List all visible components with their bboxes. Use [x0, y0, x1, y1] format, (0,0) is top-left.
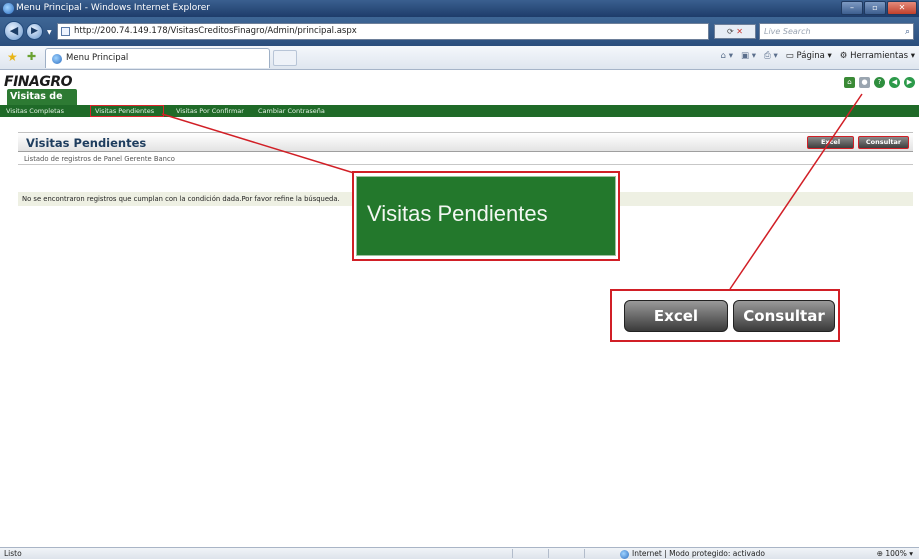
user-icon[interactable]: ●	[859, 77, 870, 88]
menu-cambiar-contrasena[interactable]: Cambiar Contraseña	[258, 105, 325, 117]
command-buttons: ⌂ ▾ ▣ ▾ ⎙ ▾ ▭ Página ▾ ⚙ Herramientas ▾	[721, 51, 915, 61]
menu-zoom-callout: Visitas Pendientes	[352, 171, 620, 261]
menu-visitas-completas[interactable]: Visitas Completas	[6, 105, 64, 117]
tools-menu-button[interactable]: ⚙ Herramientas ▾	[840, 51, 915, 61]
section-subtitle: Listado de registros de Panel Gerente Ba…	[18, 153, 913, 165]
security-zone[interactable]: Internet | Modo protegido: activado	[620, 548, 765, 559]
search-placeholder: Live Search	[764, 27, 811, 36]
print-icon[interactable]: ⎙ ▾	[764, 51, 778, 61]
section-header: Visitas Pendientes Excel Consultar	[18, 132, 913, 152]
browser-tab[interactable]: Menu Principal	[45, 48, 270, 68]
page-icon	[61, 27, 70, 36]
address-value: http://200.74.149.178/VisitasCreditosFin…	[74, 26, 357, 36]
stop-icon[interactable]: ✕	[736, 27, 743, 36]
search-icon[interactable]: ⌕	[905, 25, 910, 40]
tab-title: Menu Principal	[66, 53, 129, 63]
tab-ie-icon	[52, 54, 62, 64]
zoom-level: 100%	[885, 549, 907, 558]
status-separator	[512, 549, 513, 558]
security-zone-label: Internet | Modo protegido: activado	[632, 549, 765, 558]
back-button[interactable]: ◀	[4, 21, 24, 41]
status-separator	[584, 549, 585, 558]
window-titlebar: Menu Principal - Windows Internet Explor…	[0, 0, 919, 17]
home-icon[interactable]: ⌂ ▾	[721, 51, 733, 61]
page-header-icons: ⌂ ● ? ◀ ▶	[844, 77, 915, 88]
tools-menu-label: Herramientas	[850, 51, 909, 61]
history-dropdown-icon[interactable]: ▼	[47, 29, 52, 36]
excel-button[interactable]: Excel	[807, 136, 854, 149]
refresh-icon[interactable]: ⟳	[727, 27, 734, 36]
window-title: Menu Principal - Windows Internet Explor…	[16, 3, 210, 13]
forward-nav-icon[interactable]: ▶	[904, 77, 915, 88]
menu-visitas-por-confirmar[interactable]: Visitas Por Confirmar	[176, 105, 244, 117]
consultar-button[interactable]: Consultar	[858, 136, 909, 149]
forward-button[interactable]: ▶	[26, 23, 43, 40]
favorites-star-icon[interactable]: ★	[7, 50, 18, 64]
address-input[interactable]: http://200.74.149.178/VisitasCreditosFin…	[57, 23, 709, 40]
help-icon[interactable]: ?	[874, 77, 885, 88]
minimize-button[interactable]: –	[841, 1, 863, 15]
browser-window: Menu Principal - Windows Internet Explor…	[0, 0, 919, 559]
close-window-button[interactable]: ✕	[887, 1, 917, 15]
feeds-icon[interactable]: ▣ ▾	[741, 51, 756, 61]
excel-zoom-button: Excel	[624, 300, 728, 332]
internet-zone-icon	[620, 549, 629, 559]
command-bar: ★ ✚ Menu Principal ⌂ ▾ ▣ ▾ ⎙ ▾ ▭ Página …	[0, 46, 919, 70]
ie-logo-icon	[3, 3, 14, 14]
home-shortcut-icon[interactable]: ⌂	[844, 77, 855, 88]
module-tab[interactable]: Visitas de Crédito	[7, 89, 77, 118]
zoom-control[interactable]: ⊕ 100% ▾	[877, 548, 913, 559]
status-bar: Listo Internet | Modo protegido: activad…	[0, 547, 919, 559]
window-controls: – ▫ ✕	[841, 1, 917, 15]
page-content: FINAGRO ⌂ ● ? ◀ ▶ Visitas de Crédito Vis…	[0, 71, 919, 547]
consultar-zoom-button: Consultar	[733, 300, 835, 332]
brand-logo: FINAGRO	[4, 74, 73, 90]
page-menu-button[interactable]: ▭ Página ▾	[786, 51, 832, 61]
menu-zoom-panel: Visitas Pendientes	[356, 176, 616, 256]
buttons-zoom-callout: Excel Consultar	[610, 289, 840, 342]
main-menu: Visitas Completas Visitas Pendientes Vis…	[0, 105, 919, 117]
search-input[interactable]: Live Search ⌕	[759, 23, 914, 40]
back-nav-icon[interactable]: ◀	[889, 77, 900, 88]
menu-visitas-pendientes[interactable]: Visitas Pendientes	[95, 105, 154, 117]
menu-zoom-label: Visitas Pendientes	[367, 201, 548, 226]
add-favorite-icon[interactable]: ✚	[27, 50, 36, 63]
address-toolbar: ◀ ▶ ▼ http://200.74.149.178/VisitasCredi…	[0, 17, 919, 46]
status-text: Listo	[4, 549, 22, 558]
section-title: Visitas Pendientes	[26, 136, 147, 150]
new-tab-button[interactable]	[273, 50, 297, 66]
address-tools[interactable]: ⟳ ✕	[714, 24, 756, 39]
maximize-button[interactable]: ▫	[864, 1, 886, 15]
page-menu-label: Página	[796, 51, 825, 61]
status-separator	[548, 549, 549, 558]
